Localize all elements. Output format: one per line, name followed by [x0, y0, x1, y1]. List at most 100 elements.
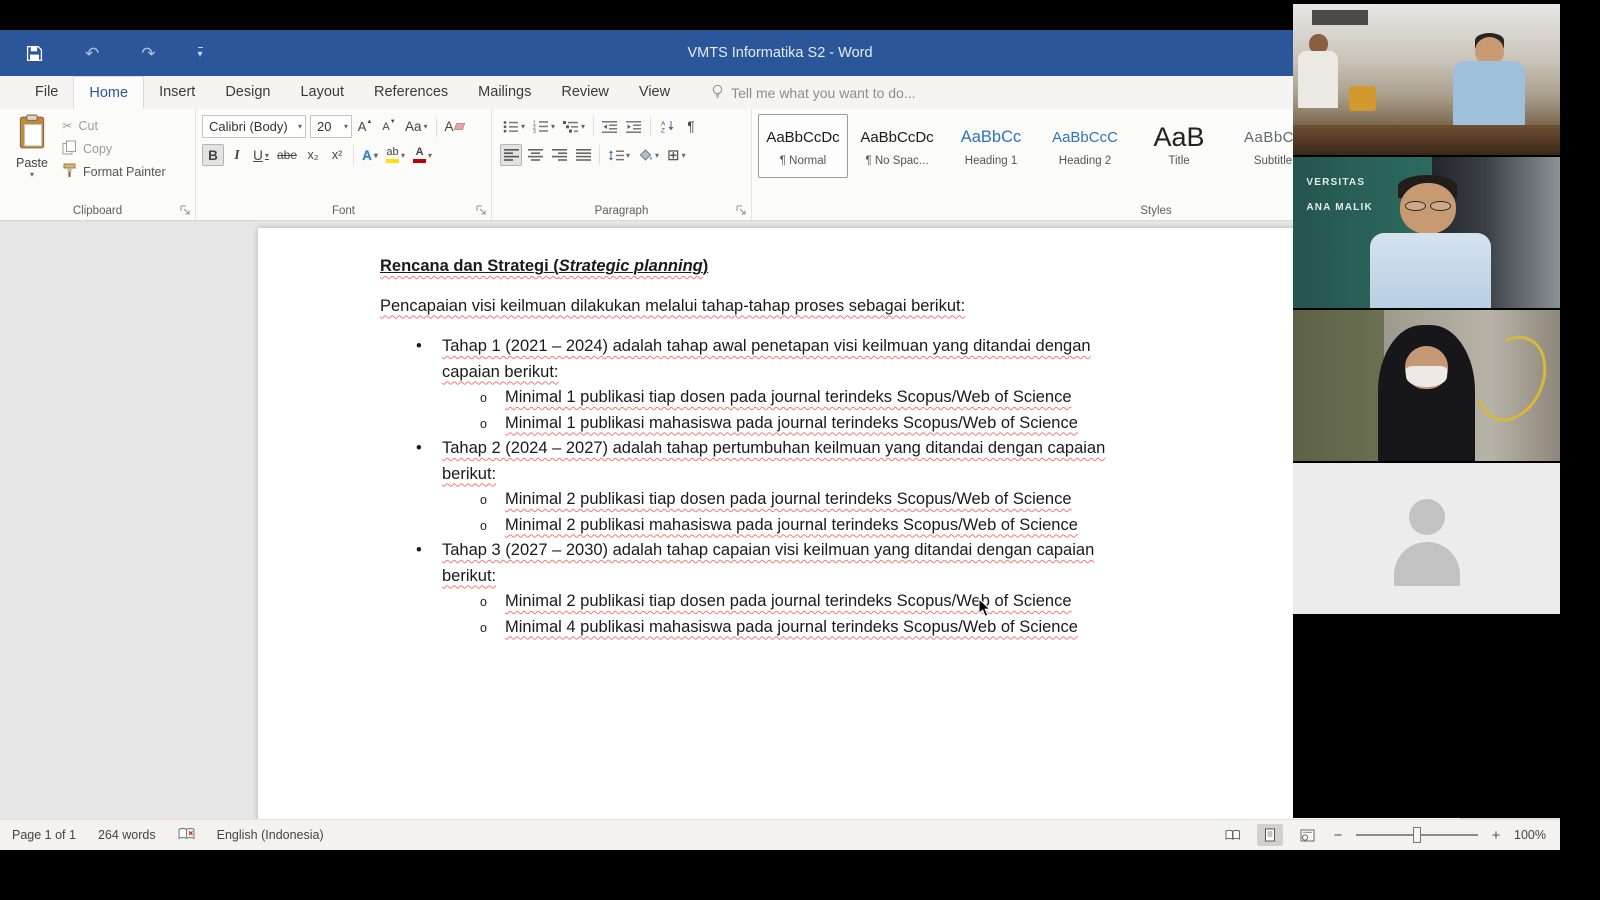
list-subitem: Minimal 1 publikasi mahasiswa pada journ… [380, 411, 1135, 437]
sort-button[interactable]: AZ [656, 115, 678, 137]
align-center-button[interactable] [524, 144, 546, 166]
zoom-slider-thumb[interactable] [1413, 827, 1421, 843]
paint-bucket-icon [638, 148, 653, 162]
video-tile-no-video[interactable] [1293, 463, 1560, 614]
zoom-level[interactable]: 100% [1514, 828, 1546, 842]
cut-button[interactable]: ✂ Cut [62, 117, 166, 135]
style-heading-1[interactable]: AaBbCc Heading 1 [946, 114, 1036, 178]
tab-view[interactable]: View [624, 76, 685, 109]
align-center-icon [528, 149, 543, 161]
web-layout-button[interactable] [1294, 824, 1320, 846]
borders-button[interactable]: ⊞ [664, 144, 689, 166]
divider [353, 145, 354, 165]
italic-button[interactable]: I [226, 144, 248, 166]
superscript-button[interactable]: x² [326, 144, 348, 166]
document-page[interactable]: Rencana dan Strategi (Strategic planning… [258, 228, 1460, 820]
paste-caret-icon: ▾ [8, 170, 56, 179]
style-normal[interactable]: AaBbCcDc ¶ Normal [758, 114, 848, 178]
tab-review[interactable]: Review [546, 76, 624, 109]
banner-text: ANA MALIK [1306, 202, 1373, 213]
paste-label: Paste [8, 156, 56, 170]
shared-screen: ↶ ↷ ▾ VMTS Informatika S2 - Word File Ho… [0, 0, 1600, 900]
tell-me-box[interactable]: Tell me what you want to do... [711, 76, 915, 109]
paragraph-group-label: Paragraph [492, 205, 751, 217]
video-tile-woman[interactable] [1293, 310, 1560, 461]
font-color-red-bar-icon [413, 159, 426, 163]
print-layout-button[interactable] [1257, 824, 1283, 846]
align-right-button[interactable] [548, 144, 570, 166]
style-title[interactable]: AaB Title [1134, 114, 1224, 178]
multilevel-list-button[interactable] [560, 115, 588, 137]
align-left-button[interactable] [500, 144, 522, 166]
tab-references[interactable]: References [359, 76, 463, 109]
list-item: Tahap 1 (2021 – 2024) adalah tahap awal … [380, 334, 1135, 385]
proofing-icon[interactable] [178, 827, 195, 843]
paragraph-dialog-launcher-icon[interactable] [736, 204, 748, 216]
style-heading-2[interactable]: AaBbCcC Heading 2 [1040, 114, 1130, 178]
tab-insert[interactable]: Insert [144, 76, 210, 109]
status-bar: Page 1 of 1 264 words English (Indonesia… [0, 819, 1560, 850]
font-color-button[interactable]: A [410, 144, 435, 166]
copy-button[interactable]: Copy [62, 140, 166, 158]
line-spacing-button[interactable] [605, 144, 633, 166]
video-tile-banner-man[interactable]: VERSITAS ANA MALIK [1293, 157, 1560, 308]
font-size-caret-icon: ▾ [340, 122, 348, 131]
bold-button[interactable]: B [202, 144, 224, 166]
grow-arrow-icon: ▲ [366, 119, 372, 125]
font-family-value: Calibri (Body) [209, 119, 288, 134]
divider [436, 117, 437, 137]
decrease-indent-button[interactable] [599, 115, 621, 137]
sort-az-icon: AZ [660, 119, 675, 133]
justify-button[interactable] [572, 144, 594, 166]
tab-layout[interactable]: Layout [285, 76, 359, 109]
tab-mailings[interactable]: Mailings [463, 76, 546, 109]
style-no-spacing[interactable]: AaBbCcDc ¶ No Spac... [852, 114, 942, 178]
subscript-button[interactable]: x₂ [302, 144, 324, 166]
underline-button[interactable]: U [250, 144, 272, 166]
numbering-button[interactable]: 123 [530, 115, 558, 137]
increase-indent-button[interactable] [623, 115, 645, 137]
clear-formatting-button[interactable]: A [442, 116, 467, 138]
line-spacing-icon [608, 149, 624, 162]
list-item: Tahap 3 (2027 – 2030) adalah tahap capai… [380, 538, 1135, 589]
clipboard-small-commands: ✂ Cut Copy Format Painter [62, 117, 166, 181]
tell-me-label: Tell me what you want to do... [731, 85, 915, 101]
format-painter-button[interactable]: Format Painter [62, 163, 166, 181]
format-painter-label: Format Painter [83, 165, 166, 179]
numbered-list-icon: 123 [533, 120, 549, 133]
font-size-combo[interactable]: 20 ▾ [310, 115, 352, 138]
grow-font-button[interactable]: A▲ [354, 116, 376, 138]
tab-file[interactable]: File [20, 76, 73, 109]
show-hide-paragraph-button[interactable]: ¶ [680, 115, 702, 137]
zoom-out-button[interactable]: − [1331, 827, 1345, 844]
font-family-combo[interactable]: Calibri (Body) ▾ [202, 115, 306, 138]
group-paragraph: 123 AZ ¶ [492, 109, 752, 220]
list-subitem: Minimal 2 publikasi tiap dosen pada jour… [380, 487, 1135, 513]
paste-button[interactable]: Paste ▾ [8, 114, 56, 194]
zoom-slider[interactable] [1356, 834, 1478, 836]
strikethrough-button[interactable]: abe [274, 144, 300, 166]
text-effects-button[interactable]: A [359, 144, 381, 166]
svg-text:3: 3 [533, 129, 536, 133]
highlight-color-button[interactable]: ab [383, 144, 408, 166]
group-clipboard: Paste ▾ ✂ Cut Copy [0, 109, 196, 220]
copy-icon [62, 140, 77, 158]
indent-icon [626, 120, 642, 133]
page-count[interactable]: Page 1 of 1 [12, 828, 76, 842]
clipboard-dialog-launcher-icon[interactable] [180, 204, 192, 216]
format-painter-brush-icon [62, 163, 77, 181]
person-silhouette [1298, 51, 1338, 108]
shrink-font-button[interactable]: A▼ [378, 116, 400, 138]
font-dialog-launcher-icon[interactable] [476, 204, 488, 216]
language-indicator[interactable]: English (Indonesia) [217, 828, 324, 842]
bullets-button[interactable] [500, 115, 528, 137]
change-case-button[interactable]: Aa [402, 116, 431, 138]
read-mode-button[interactable] [1220, 824, 1246, 846]
shading-button[interactable] [635, 144, 662, 166]
tab-design[interactable]: Design [210, 76, 285, 109]
doc-heading: Rencana dan Strategi (Strategic planning… [380, 254, 1135, 280]
word-count[interactable]: 264 words [98, 828, 156, 842]
video-tile-office[interactable] [1293, 4, 1560, 155]
zoom-in-button[interactable]: + [1489, 827, 1503, 844]
tab-home[interactable]: Home [73, 76, 144, 109]
